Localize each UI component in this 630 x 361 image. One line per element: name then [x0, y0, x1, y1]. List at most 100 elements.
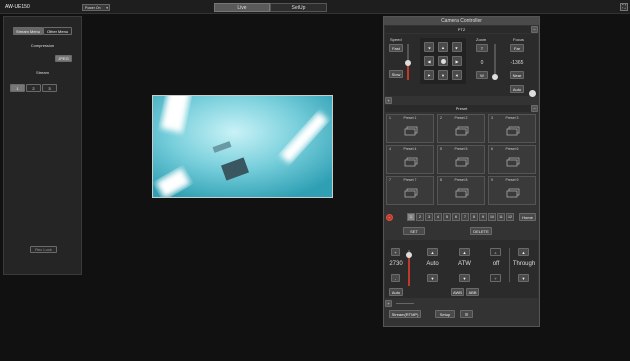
pan-tilt-down-left-button[interactable]: ▼ [424, 70, 434, 80]
iris-plus-button[interactable]: + [391, 248, 400, 256]
stream-1-button[interactable]: 1 [10, 84, 25, 92]
rec-lock-label: Rec Lock [35, 247, 52, 252]
compression-button[interactable]: JPEG [55, 55, 72, 62]
preset-page-11[interactable]: 11 [497, 213, 505, 221]
expand-panel-button[interactable]: + [385, 97, 392, 104]
setup-button[interactable]: Setup [435, 310, 455, 318]
focus-near-label: Near [512, 72, 522, 78]
preset-thumbnail-icon [404, 157, 418, 167]
focus-knob[interactable] [529, 90, 536, 97]
zoom-slider-handle[interactable] [492, 74, 498, 80]
minus-icon: − [388, 215, 391, 220]
preset-item[interactable]: 1 Preset 1 [386, 114, 434, 143]
stream-rtmp-button[interactable]: Stream(RTMP) [389, 310, 421, 318]
preset-name: Preset 7 [403, 178, 417, 182]
preset-item[interactable]: 4 Preset 4 [386, 145, 434, 174]
pan-tilt-up-button[interactable]: ▲ [438, 42, 448, 52]
preset-set-button[interactable]: SET [403, 227, 425, 235]
arrow-down-right-icon: ▼ [453, 71, 461, 79]
speed-slider-handle[interactable] [405, 60, 411, 66]
tab-other-menu-label: Other Menu [46, 28, 69, 34]
speed-fast-button[interactable]: Fast [389, 44, 403, 52]
preset-page-12[interactable]: 12 [506, 213, 514, 221]
menu-button[interactable]: ☰ [460, 310, 473, 318]
preset-title: Preset [455, 106, 468, 111]
setup-label: Setup [439, 311, 451, 317]
stream-2-button[interactable]: 2 [26, 84, 41, 92]
pan-tilt-up-right-button[interactable]: ▲ [452, 42, 462, 52]
preset-page-9[interactable]: 9 [479, 213, 487, 221]
zoom-tele-button[interactable]: T [476, 44, 488, 52]
preset-item[interactable]: 7 Preset 7 [386, 176, 434, 205]
speed-slow-label: Slow [391, 71, 401, 77]
power-select[interactable]: Power On ▾ [82, 4, 110, 11]
tab-other-menu[interactable]: Other Menu [43, 27, 72, 35]
chevron-down-icon: ▾ [106, 5, 108, 10]
gain-up-button[interactable]: ▲ [427, 248, 438, 256]
zoom-wide-label: W [480, 72, 484, 78]
camera-feed-image [153, 96, 332, 197]
gain-down-button[interactable]: ▼ [427, 274, 438, 282]
focus-auto-label: Auto [512, 86, 522, 92]
scene-down-button[interactable]: ▼ [518, 274, 529, 282]
focus-far-button[interactable]: Far [510, 44, 524, 52]
iris-value: 2730 [389, 261, 403, 267]
preset-remove-button[interactable]: − [386, 214, 393, 221]
preset-page-1[interactable]: 1 [407, 213, 415, 221]
preset-page-2[interactable]: 2 [416, 213, 424, 221]
arrow-down-icon: ▼ [462, 275, 467, 281]
live-video[interactable] [152, 95, 333, 198]
preset-thumbnail-icon [404, 188, 418, 198]
preset-item[interactable]: 6 Preset 6 [488, 145, 536, 174]
abb-button[interactable]: ABB [466, 288, 479, 296]
scene-up-button[interactable]: ▲ [518, 248, 529, 256]
ptz-collapse-button[interactable]: − [531, 26, 538, 33]
iris-slider-handle[interactable] [406, 252, 412, 258]
arrow-down-icon: ▼ [441, 72, 445, 78]
pan-right-button[interactable]: ▶ [452, 56, 462, 66]
pan-tilt-down-right-button[interactable]: ▼ [452, 70, 462, 80]
preset-page-4[interactable]: 4 [434, 213, 442, 221]
preset-page-8[interactable]: 8 [470, 213, 478, 221]
preset-home-button[interactable]: Home [519, 213, 536, 221]
preset-page-5[interactable]: 5 [443, 213, 451, 221]
preset-item[interactable]: 9 Preset 9 [488, 176, 536, 205]
focus-auto-button[interactable]: Auto [510, 85, 524, 93]
preset-delete-button[interactable]: DELETE [470, 227, 492, 235]
rec-lock-button[interactable]: Rec Lock [30, 246, 57, 253]
pan-tilt-home-button[interactable] [438, 56, 448, 66]
tab-setup[interactable]: SetUp [270, 3, 327, 12]
preset-item[interactable]: 2 Preset 2 [437, 114, 485, 143]
stream-3-button[interactable]: 3 [42, 84, 57, 92]
tab-live[interactable]: Live [214, 3, 270, 12]
expand-panel-button-2[interactable]: + [385, 300, 392, 307]
preset-page-7[interactable]: 7 [461, 213, 469, 221]
arrow-left-icon: ◀ [427, 58, 431, 64]
tab-setup-label: SetUp [291, 4, 306, 11]
shutter-down-button[interactable]: ▼ [490, 274, 501, 282]
window-toggle-button[interactable]: ⛶ [620, 3, 628, 11]
wb-up-button[interactable]: ▲ [459, 248, 470, 256]
preset-item[interactable]: 3 Preset 3 [488, 114, 536, 143]
preset-page-6[interactable]: 6 [452, 213, 460, 221]
shutter-up-button[interactable]: ▲ [490, 248, 501, 256]
preset-name: Preset 8 [454, 178, 468, 182]
speed-label: Speed [390, 37, 402, 42]
preset-item[interactable]: 8 Preset 8 [437, 176, 485, 205]
preset-page-10[interactable]: 10 [488, 213, 496, 221]
pan-tilt-up-left-button[interactable]: ▲ [424, 42, 434, 52]
awb-button[interactable]: AWB [451, 288, 464, 296]
speed-slow-button[interactable]: Slow [389, 70, 403, 78]
focus-near-button[interactable]: Near [510, 71, 524, 79]
wb-down-button[interactable]: ▼ [459, 274, 470, 282]
pan-left-button[interactable]: ◀ [424, 56, 434, 66]
iris-minus-button[interactable]: - [391, 274, 400, 282]
preset-page-3[interactable]: 3 [425, 213, 433, 221]
preset-item[interactable]: 5 Preset 5 [437, 145, 485, 174]
tab-stream-menu[interactable]: Stream Menu [13, 27, 43, 35]
zoom-wide-button[interactable]: W [476, 71, 488, 79]
iris-auto-button[interactable]: Auto [389, 288, 403, 296]
plus-icon: + [394, 249, 397, 255]
pan-tilt-down-button[interactable]: ▼ [438, 70, 448, 80]
preset-collapse-button[interactable]: − [531, 105, 538, 112]
